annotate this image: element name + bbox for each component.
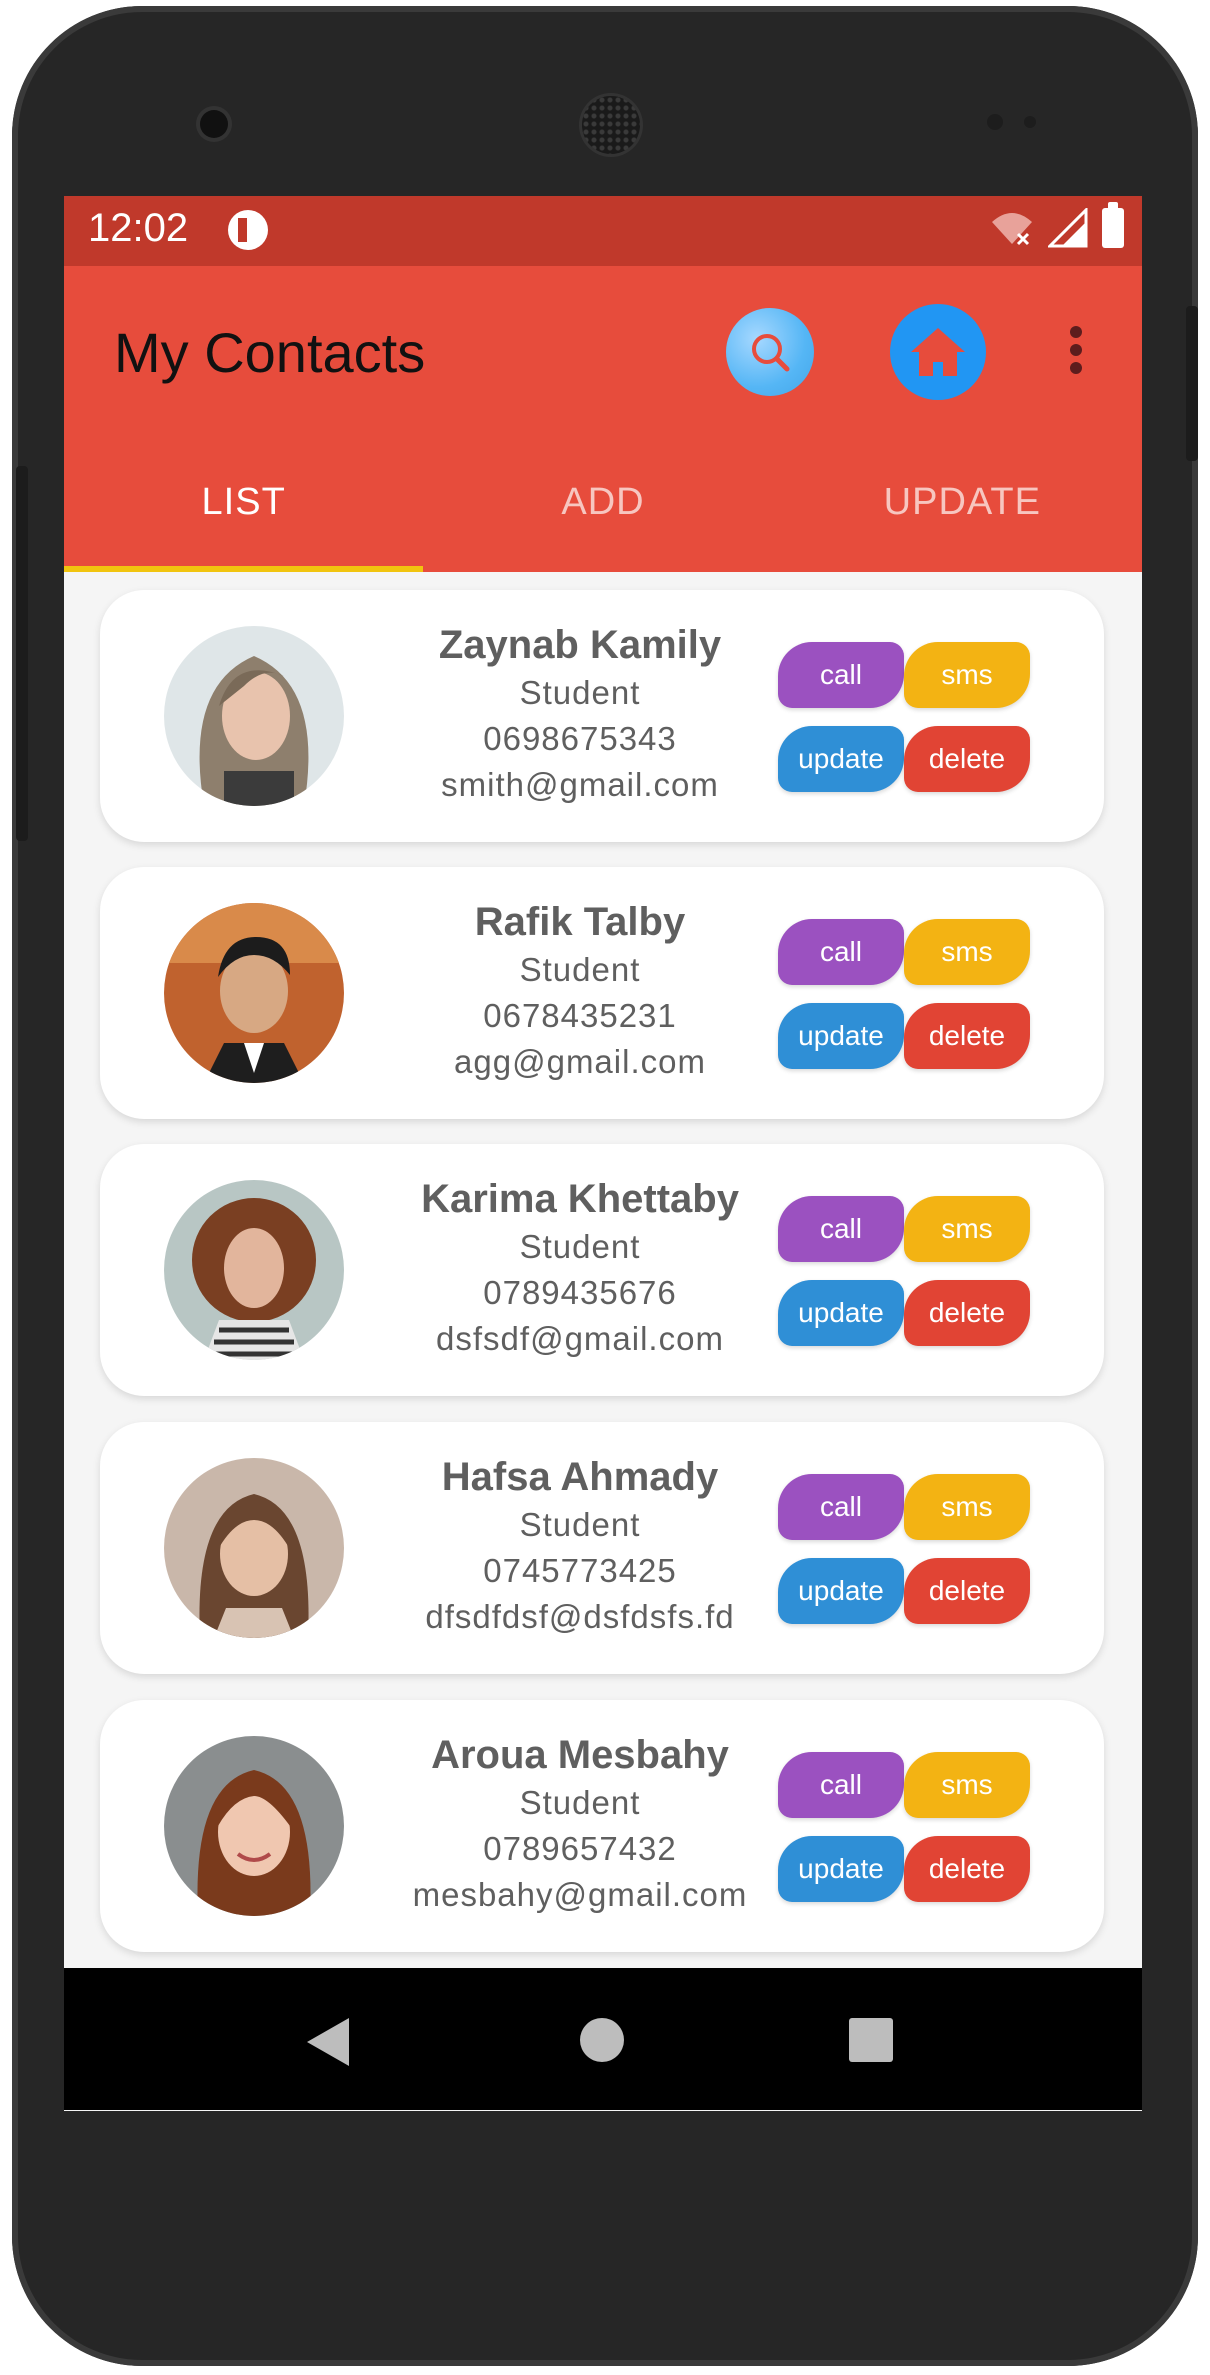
avatar	[164, 626, 344, 806]
home-button[interactable]	[890, 304, 986, 400]
sms-button[interactable]: sms	[904, 1196, 1030, 1262]
update-button[interactable]: update	[778, 1558, 904, 1624]
contact-card: Rafik Talby Student 0678435231 agg@gmail…	[100, 867, 1104, 1119]
contact-info: Rafik Talby Student 0678435231 agg@gmail…	[390, 897, 770, 1085]
tab-update[interactable]: UPDATE	[783, 432, 1142, 572]
search-button[interactable]	[726, 308, 814, 396]
delete-button[interactable]: delete	[904, 726, 1030, 792]
call-button[interactable]: call	[778, 1752, 904, 1818]
contact-phone: 0789435676	[483, 1274, 677, 1311]
app-bar: My Contacts	[64, 266, 1142, 432]
call-button[interactable]: call	[778, 642, 904, 708]
circle-home-icon[interactable]	[580, 2018, 624, 2062]
contact-email: dfsdfdsf@dsfdsfs.fd	[425, 1598, 735, 1635]
update-button[interactable]: update	[778, 1003, 904, 1069]
call-button[interactable]: call	[778, 1474, 904, 1540]
tab-bar: LIST ADD UPDATE	[64, 432, 1142, 572]
contact-email: dsfsdf@gmail.com	[436, 1320, 724, 1357]
search-icon	[752, 334, 790, 372]
contact-phone: 0678435231	[483, 997, 677, 1034]
delete-button[interactable]: delete	[904, 1280, 1030, 1346]
contact-email: agg@gmail.com	[454, 1043, 706, 1080]
call-button[interactable]: call	[778, 1196, 904, 1262]
system-nav-bar	[64, 1968, 1142, 2110]
tab-list[interactable]: LIST	[64, 432, 424, 572]
sms-button[interactable]: sms	[904, 642, 1030, 708]
delete-button[interactable]: delete	[904, 1558, 1030, 1624]
delete-button[interactable]: delete	[904, 1836, 1030, 1902]
contact-info: Karima Khettaby Student 0789435676 dsfsd…	[390, 1174, 770, 1362]
contact-actions: call sms update delete	[778, 1752, 1038, 1902]
front-camera	[200, 110, 228, 138]
more-vert-icon	[1070, 326, 1082, 338]
call-button[interactable]: call	[778, 919, 904, 985]
contact-phone: 0745773425	[483, 1552, 677, 1589]
signal-icon	[1048, 208, 1088, 248]
contact-card: Karima Khettaby Student 0789435676 dsfsd…	[100, 1144, 1104, 1396]
status-bar: 12:02	[64, 196, 1142, 266]
contact-phone: 0789657432	[483, 1830, 677, 1867]
contact-name: Zaynab Kamily	[438, 623, 722, 667]
contact-info: Zaynab Kamily Student 0698675343 smith@g…	[390, 620, 770, 808]
delete-button[interactable]: delete	[904, 1003, 1030, 1069]
contact-card: Aroua Mesbahy Student 0789657432 mesbahy…	[100, 1700, 1104, 1952]
volume-button	[16, 466, 28, 841]
contact-role: Student	[519, 674, 641, 711]
contact-role: Student	[519, 1228, 641, 1265]
contact-name: Aroua Mesbahy	[431, 1733, 729, 1777]
app-notification-icon	[228, 210, 268, 250]
contact-actions: call sms update delete	[778, 1474, 1038, 1624]
contact-phone: 0698675343	[483, 720, 677, 757]
contact-email: mesbahy@gmail.com	[412, 1876, 748, 1913]
battery-icon	[1102, 202, 1124, 248]
light-sensor	[1024, 116, 1036, 128]
contact-info: Hafsa Ahmady Student 0745773425 dfsdfdsf…	[390, 1452, 770, 1640]
contact-name: Hafsa Ahmady	[441, 1455, 719, 1499]
contact-name: Karima Khettaby	[421, 1177, 739, 1221]
contacts-list: Zaynab Kamily Student 0698675343 smith@g…	[64, 572, 1142, 2111]
contact-info: Aroua Mesbahy Student 0789657432 mesbahy…	[390, 1730, 770, 1918]
update-button[interactable]: update	[778, 726, 904, 792]
avatar	[164, 1180, 344, 1360]
screen: 12:02 My Contacts LIST ADD UPDATE Zaynab…	[64, 196, 1142, 2111]
contact-actions: call sms update delete	[778, 919, 1038, 1069]
contact-role: Student	[519, 1784, 641, 1821]
status-time: 12:02	[88, 206, 189, 250]
power-button	[1186, 306, 1198, 461]
contact-name: Rafik Talby	[474, 900, 686, 944]
status-icons	[990, 202, 1124, 248]
avatar	[164, 903, 344, 1083]
contact-card: Hafsa Ahmady Student 0745773425 dfsdfdsf…	[100, 1422, 1104, 1674]
earpiece-speaker	[582, 96, 640, 154]
avatar	[164, 1458, 344, 1638]
sms-button[interactable]: sms	[904, 1474, 1030, 1540]
app-title: My Contacts	[114, 321, 426, 384]
contact-card: Zaynab Kamily Student 0698675343 smith@g…	[100, 590, 1104, 842]
more-options-button[interactable]	[1068, 322, 1084, 378]
wifi-off-icon	[992, 213, 1032, 246]
home-icon	[911, 328, 965, 376]
avatar	[164, 1736, 344, 1916]
contact-role: Student	[519, 1506, 641, 1543]
tab-add[interactable]: ADD	[423, 432, 782, 572]
contact-email: smith@gmail.com	[441, 766, 719, 803]
sms-button[interactable]: sms	[904, 919, 1030, 985]
contact-role: Student	[519, 951, 641, 988]
update-button[interactable]: update	[778, 1280, 904, 1346]
back-icon[interactable]	[307, 2018, 349, 2066]
contact-actions: call sms update delete	[778, 1196, 1038, 1346]
recent-apps-icon[interactable]	[849, 2018, 893, 2062]
proximity-sensor	[987, 114, 1003, 130]
contact-actions: call sms update delete	[778, 642, 1038, 792]
update-button[interactable]: update	[778, 1836, 904, 1902]
sms-button[interactable]: sms	[904, 1752, 1030, 1818]
